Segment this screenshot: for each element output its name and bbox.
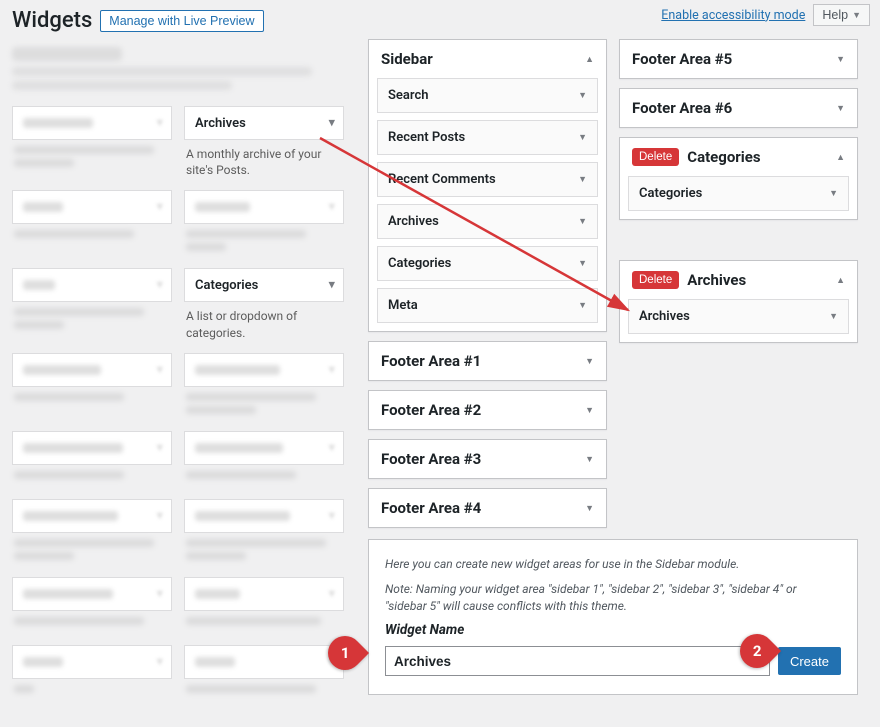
chevron-down-icon: ▼: [578, 132, 587, 143]
available-widget[interactable]: ▾: [184, 353, 344, 387]
widget-area-sidebar: Sidebar ▲ Search▼ Recent Posts▼ Recent C…: [368, 39, 607, 332]
blurred-text: [12, 81, 232, 90]
available-widget[interactable]: ▾: [12, 268, 172, 302]
area-header-footer-2[interactable]: Footer Area #2 ▼: [369, 391, 606, 429]
chevron-down-icon: ▼: [852, 10, 861, 20]
available-widget[interactable]: ▾: [12, 645, 172, 679]
available-widget[interactable]: ▾: [184, 577, 344, 611]
manage-live-preview-button[interactable]: Manage with Live Preview: [100, 10, 263, 32]
blurred-text: [12, 67, 312, 76]
available-widget-categories[interactable]: Categories ▾: [184, 268, 344, 302]
widget-title: Archives: [195, 116, 246, 131]
widget-area-footer-2: Footer Area #2 ▼: [368, 390, 607, 430]
available-widget[interactable]: ▾: [12, 431, 172, 465]
widget-description: A monthly archive of your site's Posts.: [184, 146, 344, 178]
widget-title: Categories: [195, 278, 258, 293]
area-title: Footer Area #4: [381, 499, 481, 517]
area-header-sidebar[interactable]: Sidebar ▲: [369, 40, 606, 78]
categories-area-widget[interactable]: Categories▼: [628, 176, 849, 211]
sidebar-widget-categories[interactable]: Categories▼: [377, 246, 598, 281]
page-title: Widgets: [12, 8, 92, 33]
widget-area-categories: Delete Categories ▲ Categories▼: [619, 137, 858, 220]
chevron-down-icon: ▼: [836, 103, 845, 114]
chevron-up-icon: ▲: [585, 54, 594, 65]
widget-area-archives: Delete Archives ▲ Archives▼: [619, 260, 858, 343]
available-widget[interactable]: ▾: [184, 190, 344, 224]
chevron-down-icon: ▼: [836, 54, 845, 65]
chevron-up-icon: ▲: [836, 275, 845, 286]
create-note: Here you can create new widget areas for…: [385, 556, 841, 573]
archives-area-widget[interactable]: Archives▼: [628, 299, 849, 334]
chevron-down-icon: ▼: [585, 454, 594, 465]
sidebar-widget-archives[interactable]: Archives▼: [377, 204, 598, 239]
area-header-footer-3[interactable]: Footer Area #3 ▼: [369, 440, 606, 478]
help-button[interactable]: Help ▼: [813, 4, 870, 26]
area-header-archives[interactable]: Delete Archives ▲: [620, 261, 857, 299]
widget-description: A list or dropdown of categories.: [184, 308, 344, 340]
chevron-down-icon: ▼: [578, 90, 587, 101]
available-widget[interactable]: ▾: [12, 190, 172, 224]
widget-area-footer-6: Footer Area #6 ▼: [619, 88, 858, 128]
available-widget[interactable]: ▾: [184, 431, 344, 465]
delete-area-button[interactable]: Delete: [632, 271, 679, 289]
help-label: Help: [822, 8, 848, 22]
sidebar-widget-recent-posts[interactable]: Recent Posts▼: [377, 120, 598, 155]
area-title: Footer Area #1: [381, 352, 481, 370]
widget-name-label: Widget Name: [385, 622, 841, 638]
chevron-down-icon: ▼: [585, 503, 594, 514]
available-widget[interactable]: ▾: [12, 353, 172, 387]
create-button[interactable]: Create: [778, 647, 841, 675]
create-note: Note: Naming your widget area "sidebar 1…: [385, 581, 841, 615]
chevron-down-icon: ▼: [578, 258, 587, 269]
delete-area-button[interactable]: Delete: [632, 148, 679, 166]
available-widget[interactable]: ▾: [12, 577, 172, 611]
chevron-down-icon: ▼: [578, 216, 587, 227]
available-widgets-heading: [12, 47, 122, 61]
sidebar-widget-search[interactable]: Search▼: [377, 78, 598, 113]
accessibility-mode-link[interactable]: Enable accessibility mode: [661, 8, 805, 23]
chevron-down-icon: ▼: [829, 188, 838, 199]
sidebar-widget-recent-comments[interactable]: Recent Comments▼: [377, 162, 598, 197]
available-widget[interactable]: ▾: [184, 645, 344, 679]
widget-area-footer-3: Footer Area #3 ▼: [368, 439, 607, 479]
chevron-down-icon: ▼: [585, 356, 594, 367]
area-title: Categories: [687, 148, 760, 166]
widget-name-input[interactable]: [385, 646, 770, 676]
area-header-footer-6[interactable]: Footer Area #6 ▼: [620, 89, 857, 127]
available-widget-archives[interactable]: Archives ▾: [184, 106, 344, 140]
chevron-down-icon: ▼: [585, 405, 594, 416]
create-widget-area-panel: Here you can create new widget areas for…: [368, 539, 858, 695]
area-title: Archives: [687, 271, 746, 289]
available-widget[interactable]: ▾: [12, 499, 172, 533]
chevron-down-icon: ▼: [578, 174, 587, 185]
chevron-down-icon: ▼: [578, 300, 587, 311]
widget-area-footer-1: Footer Area #1 ▼: [368, 341, 607, 381]
area-header-categories[interactable]: Delete Categories ▲: [620, 138, 857, 176]
area-header-footer-4[interactable]: Footer Area #4 ▼: [369, 489, 606, 527]
sidebar-widget-meta[interactable]: Meta▼: [377, 288, 598, 323]
area-title: Footer Area #6: [632, 99, 732, 117]
chevron-down-icon: ▾: [328, 278, 335, 293]
widget-area-footer-4: Footer Area #4 ▼: [368, 488, 607, 528]
chevron-down-icon: ▼: [829, 311, 838, 322]
chevron-down-icon: ▾: [328, 116, 335, 131]
available-widget[interactable]: ▾: [12, 106, 172, 140]
area-header-footer-1[interactable]: Footer Area #1 ▼: [369, 342, 606, 380]
area-header-footer-5[interactable]: Footer Area #5 ▼: [620, 40, 857, 78]
chevron-up-icon: ▲: [836, 152, 845, 163]
widget-area-footer-5: Footer Area #5 ▼: [619, 39, 858, 79]
area-title: Sidebar: [381, 50, 433, 68]
available-widget[interactable]: ▾: [184, 499, 344, 533]
area-title: Footer Area #3: [381, 450, 481, 468]
area-title: Footer Area #5: [632, 50, 732, 68]
area-title: Footer Area #2: [381, 401, 481, 419]
